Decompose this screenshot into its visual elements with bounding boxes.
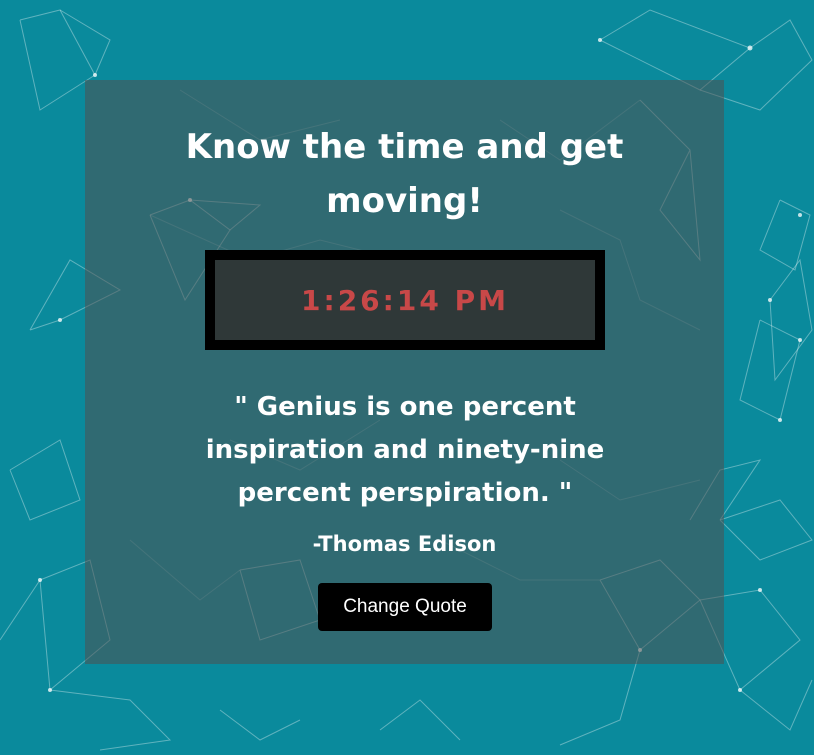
page-title: Know the time and get moving!: [185, 127, 624, 221]
main-card: Know the time and get moving! 1:26:14 PM…: [85, 80, 724, 664]
quote-text: " Genius is one percent inspiration and …: [205, 392, 605, 508]
change-quote-button[interactable]: Change Quote: [318, 583, 492, 631]
quote-author: -Thomas Edison: [312, 532, 497, 556]
clock-time: 1:26:14 PM: [301, 283, 509, 317]
digital-clock: 1:26:14 PM: [205, 250, 605, 350]
clock-display: 1:26:14 PM: [215, 260, 595, 340]
